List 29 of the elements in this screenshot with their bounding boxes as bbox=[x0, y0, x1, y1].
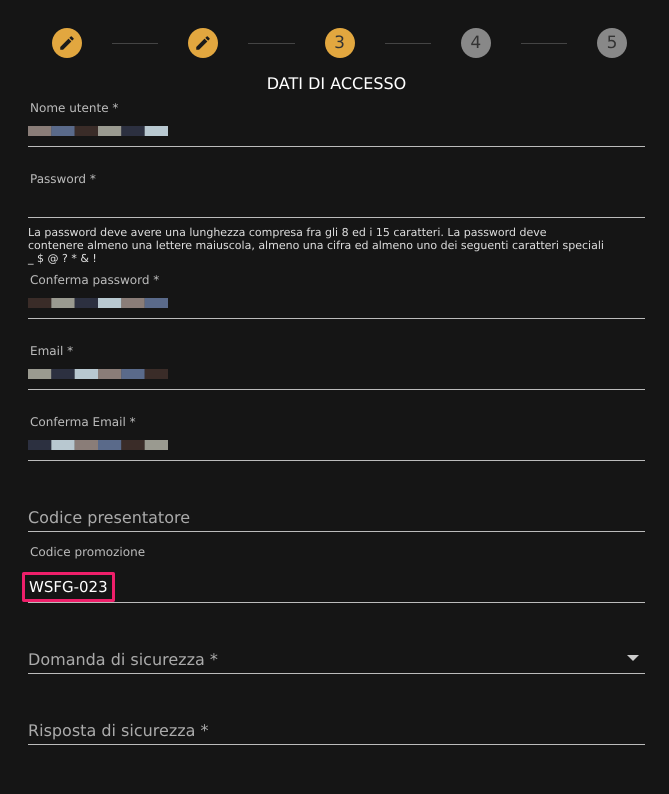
input-field[interactable]: Password * bbox=[28, 170, 645, 218]
input-field[interactable]: Codice promozione WSFG-023 bbox=[28, 543, 645, 603]
caret-icon bbox=[627, 655, 639, 661]
field-label: Email * bbox=[30, 344, 74, 358]
input-field[interactable]: Codice presentatore bbox=[28, 484, 645, 532]
step-indicator[interactable]: 5 bbox=[597, 28, 627, 58]
field-label: Password * bbox=[30, 172, 96, 186]
step-indicator[interactable]: 4 bbox=[460, 28, 491, 58]
section-title: DATI DI ACCESSO bbox=[266, 74, 408, 93]
step-indicator[interactable] bbox=[52, 28, 82, 58]
dropdown-field[interactable]: Domanda di sicurezza * bbox=[28, 626, 645, 674]
field-placeholder: Codice presentatore bbox=[28, 508, 192, 527]
field-label: Nome utente * bbox=[30, 101, 118, 115]
field-placeholder: Domanda di sicurezza * bbox=[28, 650, 218, 669]
field-placeholder: Risposta di sicurezza * bbox=[28, 721, 210, 740]
input-field[interactable]: Risposta di sicurezza * bbox=[28, 697, 645, 745]
pencil-icon bbox=[194, 34, 212, 52]
input-field[interactable]: Conferma Email * bbox=[28, 413, 645, 461]
input-field[interactable]: Email * bbox=[28, 342, 645, 390]
password-hint: La password deve avere una lunghezza compresa fra gli 8 ed i 15 caratteri. La password deve contenere almeno una lettere maiuscola, almeno una cifra ed almeno uno dei seguenti caratteri speciali _ $ @ ? * & ! bbox=[28, 226, 605, 265]
input-field[interactable]: Conferma password * bbox=[28, 271, 645, 319]
field-value: WSFG-023 bbox=[22, 572, 115, 602]
pencil-icon bbox=[58, 34, 76, 52]
field-label: Codice promozione bbox=[30, 545, 146, 559]
input-field[interactable]: Nome utente * bbox=[28, 99, 645, 147]
step-indicator[interactable]: 3 bbox=[324, 28, 354, 58]
step-indicator[interactable] bbox=[188, 28, 218, 58]
field-label: Conferma Email * bbox=[30, 415, 136, 429]
field-label: Conferma password * bbox=[30, 273, 160, 287]
